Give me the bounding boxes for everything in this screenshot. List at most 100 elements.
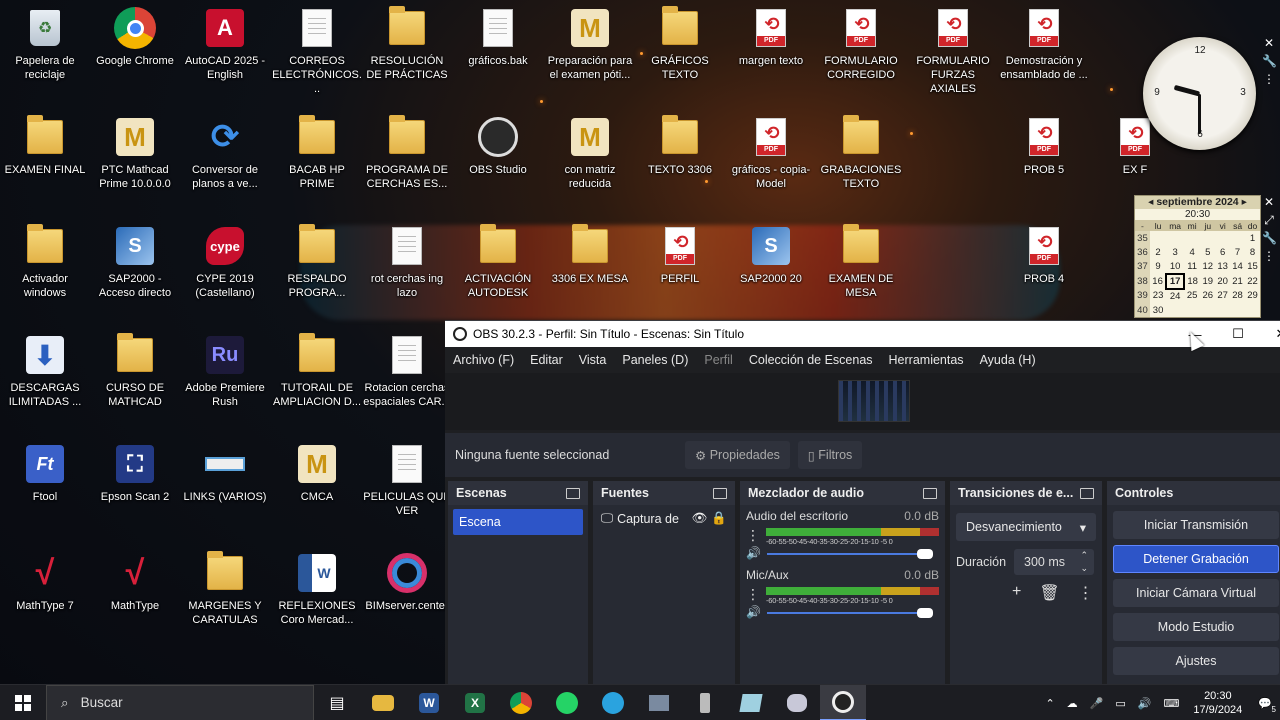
cloud-icon[interactable]: ☁ xyxy=(1061,697,1084,710)
calendar-day[interactable]: 30 xyxy=(1150,303,1166,317)
desktop-icon[interactable]: BIMserver.center xyxy=(362,551,452,613)
desktop-icon[interactable]: W REFLEXIONES Coro Mercad... xyxy=(272,551,362,627)
calendar-day[interactable]: 1 xyxy=(1245,231,1260,245)
spin-arrows-icon[interactable]: ⌃ ⌄ xyxy=(1080,549,1088,575)
calendar-day[interactable]: 15 xyxy=(1245,260,1260,274)
desktop-icon[interactable]: M Preparación para el examen póti... xyxy=(545,6,635,82)
more-options-icon[interactable]: ⋮ xyxy=(746,527,760,544)
control-button[interactable]: Modo Estudio xyxy=(1113,613,1279,641)
menu-item[interactable]: Paneles (D) xyxy=(614,353,696,367)
wrench-icon[interactable]: 🔧 xyxy=(1262,231,1277,245)
speaker-icon[interactable]: 🔊 xyxy=(746,605,761,619)
taskbar-clock[interactable]: 20:30 17/9/2024 xyxy=(1185,689,1250,717)
desktop-icon[interactable]: GRÁFICOS TEXTO xyxy=(635,6,725,82)
calendar-day[interactable]: 22 xyxy=(1245,274,1260,288)
clock-gadget[interactable]: 12 3 6 9 xyxy=(1143,37,1256,150)
more-options-icon[interactable]: ⋮ xyxy=(746,586,760,603)
undock-icon[interactable] xyxy=(1080,487,1094,499)
speaker-icon[interactable]: 🔊 xyxy=(746,546,761,560)
desktop-icon[interactable]: ⟲ PDF PROB 4 xyxy=(999,224,1089,286)
desktop-icon[interactable]: ⟲ PDF margen texto xyxy=(726,6,816,68)
calendar-day[interactable]: 6 xyxy=(1215,245,1230,259)
more-options-icon[interactable]: ⋮ xyxy=(1078,583,1094,603)
desktop-icon[interactable]: PROGRAMA DE CERCHAS ES... xyxy=(362,115,452,191)
calendar-day[interactable]: 5 xyxy=(1200,245,1215,259)
menu-item[interactable]: Herramientas xyxy=(881,353,972,367)
desktop-icon[interactable]: S SAP2000 - Acceso directo xyxy=(90,224,180,300)
chevron-up-icon[interactable]: ⌃ xyxy=(1039,697,1060,710)
desktop-icon[interactable]: ⛶ Epson Scan 2 xyxy=(90,442,180,504)
desktop-icon[interactable]: Mcon matriz reducida xyxy=(545,115,635,191)
close-icon[interactable]: ✕ xyxy=(1262,195,1276,209)
language-icon[interactable]: ⌨ xyxy=(1157,697,1185,710)
calendar-day[interactable]: 8 xyxy=(1245,245,1260,259)
desktop-icon[interactable]: gráficos.bak xyxy=(453,6,543,68)
control-button[interactable]: Detener Grabación xyxy=(1113,545,1279,573)
desktop-icon[interactable]: ⟲ PDF PERFIL xyxy=(635,224,725,286)
desktop-icon[interactable]: RESPALDO PROGRA... xyxy=(272,224,362,300)
desktop-icon[interactable]: MARGENES Y CARATULAS xyxy=(180,551,270,627)
desktop-icon[interactable]: EXAMEN FINAL xyxy=(0,115,90,177)
desktop-icon[interactable]: ⟲ PDF FORMULARIO CORREGIDO xyxy=(816,6,906,82)
desktop-icon[interactable]: rot cerchas ing lazo xyxy=(362,224,452,300)
desktop-icon[interactable]: ACTIVACIÓN AUTODESK xyxy=(453,224,543,300)
menu-item[interactable]: Editar xyxy=(522,353,571,367)
taskbar-obs[interactable] xyxy=(820,684,866,720)
source-item[interactable]: 🖵 Captura de 👁 🔒 xyxy=(601,511,727,526)
menu-item[interactable]: Vista xyxy=(571,353,615,367)
desktop-icon[interactable]: cype CYPE 2019 (Castellano) xyxy=(180,224,270,300)
calendar-day[interactable]: 11 xyxy=(1184,260,1200,274)
desktop-icon[interactable]: PELICULAS QUE VER xyxy=(362,442,452,518)
desktop-icon[interactable]: √ MathType xyxy=(90,551,180,613)
taskbar-app[interactable] xyxy=(682,685,728,720)
prev-month-icon[interactable]: ◂ xyxy=(1148,196,1153,208)
desktop-icon[interactable]: ♻ Papelera de reciclaje xyxy=(0,6,90,82)
filters-button[interactable]: ▯ Filtros xyxy=(797,441,863,469)
calendar-day[interactable]: 3 xyxy=(1166,245,1184,259)
desktop-icon[interactable]: ⟳ Conversor de planos a ve... xyxy=(180,115,270,191)
drag-handle-icon[interactable]: ⋮ xyxy=(1262,249,1276,263)
calendar-day[interactable]: 18 xyxy=(1184,274,1200,288)
menu-item[interactable]: Archivo (F) xyxy=(445,353,522,367)
menu-item[interactable]: Colección de Escenas xyxy=(741,353,881,367)
desktop-icon[interactable]: RESOLUCIÓN DE PRÁCTICAS xyxy=(362,6,452,82)
obs-titlebar[interactable]: OBS 30.2.3 - Perfil: Sin Título - Escena… xyxy=(445,321,1280,347)
taskbar-search[interactable]: ⌕ Buscar xyxy=(46,684,314,720)
calendar-day[interactable]: 7 xyxy=(1230,245,1245,259)
next-month-icon[interactable]: ▸ xyxy=(1242,196,1247,208)
calendar-day[interactable]: 16 xyxy=(1150,274,1166,288)
add-icon[interactable]: + xyxy=(1012,583,1021,603)
taskbar-whatsapp[interactable] xyxy=(544,685,590,720)
drag-handle-icon[interactable]: ⋮ xyxy=(1262,72,1276,86)
transition-select[interactable]: Desvanecimiento ▾ xyxy=(956,513,1096,541)
desktop-icon[interactable]: Ft Ftool xyxy=(0,442,90,504)
desktop-icon[interactable]: ⟲ PDF gráficos - copia-Model xyxy=(726,115,816,191)
desktop-icon[interactable]: OBS Studio xyxy=(453,115,543,177)
close-button[interactable]: ✕ xyxy=(1261,321,1280,347)
desktop-icon[interactable]: LINKS (VARIOS) xyxy=(180,442,270,504)
desktop-icon[interactable]: 3306 EX MESA xyxy=(545,224,635,286)
calendar-day[interactable]: 24 xyxy=(1166,289,1184,303)
volume-slider[interactable] xyxy=(766,608,939,618)
notifications-button[interactable]: 💬 5 xyxy=(1250,697,1280,714)
calendar-day[interactable]: 29 xyxy=(1245,289,1260,303)
control-button[interactable]: Iniciar Transmisión xyxy=(1113,511,1279,539)
lock-icon[interactable]: 🔒 xyxy=(711,511,727,526)
desktop-icon[interactable]: EXAMEN DE MESA xyxy=(816,224,906,300)
calendar-gadget[interactable]: ◂ septiembre 2024 ▸ 20:30 - lu ma mi ju vi sá d… xyxy=(1134,195,1261,318)
desktop-icon[interactable]: Google Chrome xyxy=(90,6,180,68)
calendar-day[interactable]: 4 xyxy=(1184,245,1200,259)
duration-spinbox[interactable]: 300 ms ⌃ ⌄ xyxy=(1014,549,1095,575)
desktop-icon[interactable]: ⟲ PDF FORMULARIO FURZAS AXIALES xyxy=(908,6,998,96)
close-icon[interactable]: ✕ xyxy=(1262,36,1276,50)
calendar-day[interactable]: 26 xyxy=(1200,289,1215,303)
desktop-icon[interactable]: M PTC Mathcad Prime 10.0.0.0 xyxy=(90,115,180,191)
expand-icon[interactable]: ⤢ xyxy=(1262,213,1276,227)
task-view-button[interactable]: ▤ xyxy=(314,685,360,720)
control-button[interactable]: Iniciar Cámara Virtual xyxy=(1113,579,1279,607)
calendar-day[interactable]: 2 xyxy=(1150,245,1166,259)
desktop-icon[interactable]: CORREOS ELECTRÓNICOS... xyxy=(272,6,362,96)
microphone-icon[interactable]: 🎤 xyxy=(1084,697,1110,710)
desktop-icon[interactable]: GRABACIONES TEXTO xyxy=(816,115,906,191)
network-icon[interactable]: ▭ xyxy=(1109,697,1131,710)
